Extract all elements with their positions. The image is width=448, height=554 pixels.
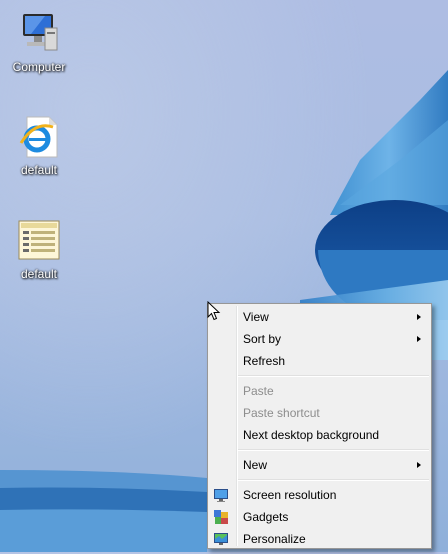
document-icon	[15, 217, 63, 265]
menu-item-gadgets[interactable]: Gadgets	[210, 506, 429, 528]
desktop-icon-label: default	[20, 267, 58, 281]
menu-item-refresh[interactable]: Refresh	[210, 350, 429, 372]
menu-item-label: New	[243, 458, 268, 472]
menu-item-paste[interactable]: Paste	[210, 380, 429, 402]
desktop-icon-label: default	[20, 163, 58, 177]
menu-item-new[interactable]: New	[210, 454, 429, 476]
menu-separator	[238, 375, 429, 377]
mouse-cursor-icon	[207, 300, 221, 326]
internet-explorer-icon	[15, 113, 63, 161]
menu-separator	[238, 449, 429, 451]
menu-item-label: Sort by	[243, 332, 282, 346]
menu-item-personalize[interactable]: Personalize	[210, 528, 429, 550]
menu-item-paste-shortcut[interactable]: Paste shortcut	[210, 402, 429, 424]
gadgets-icon	[213, 509, 229, 525]
desktop-context-menu: View Sort by Refresh Paste Paste shortcu…	[207, 303, 432, 549]
menu-item-label: Screen resolution	[243, 488, 337, 502]
menu-item-label: Refresh	[243, 354, 286, 368]
desktop-icon-ie-shortcut[interactable]: default	[6, 113, 72, 177]
menu-item-view[interactable]: View	[210, 306, 429, 328]
menu-item-next-desktop-background[interactable]: Next desktop background	[210, 424, 429, 446]
menu-item-label: View	[243, 310, 269, 324]
menu-item-label: Gadgets	[243, 510, 289, 524]
submenu-arrow-icon	[417, 336, 421, 342]
computer-icon	[15, 10, 63, 58]
desktop-icon-document[interactable]: default	[6, 217, 72, 281]
desktop-icon-computer[interactable]: Computer	[6, 10, 72, 74]
submenu-arrow-icon	[417, 462, 421, 468]
menu-item-sort-by[interactable]: Sort by	[210, 328, 429, 350]
menu-item-label: Next desktop background	[243, 428, 380, 442]
menu-separator	[238, 479, 429, 481]
screen-resolution-icon	[213, 487, 229, 503]
menu-item-screen-resolution[interactable]: Screen resolution	[210, 484, 429, 506]
submenu-arrow-icon	[417, 314, 421, 320]
desktop-icon-label: Computer	[12, 60, 66, 74]
menu-item-label: Paste shortcut	[243, 406, 320, 420]
personalize-icon	[213, 531, 229, 547]
menu-item-label: Paste	[243, 384, 274, 398]
menu-item-label: Personalize	[243, 532, 306, 546]
